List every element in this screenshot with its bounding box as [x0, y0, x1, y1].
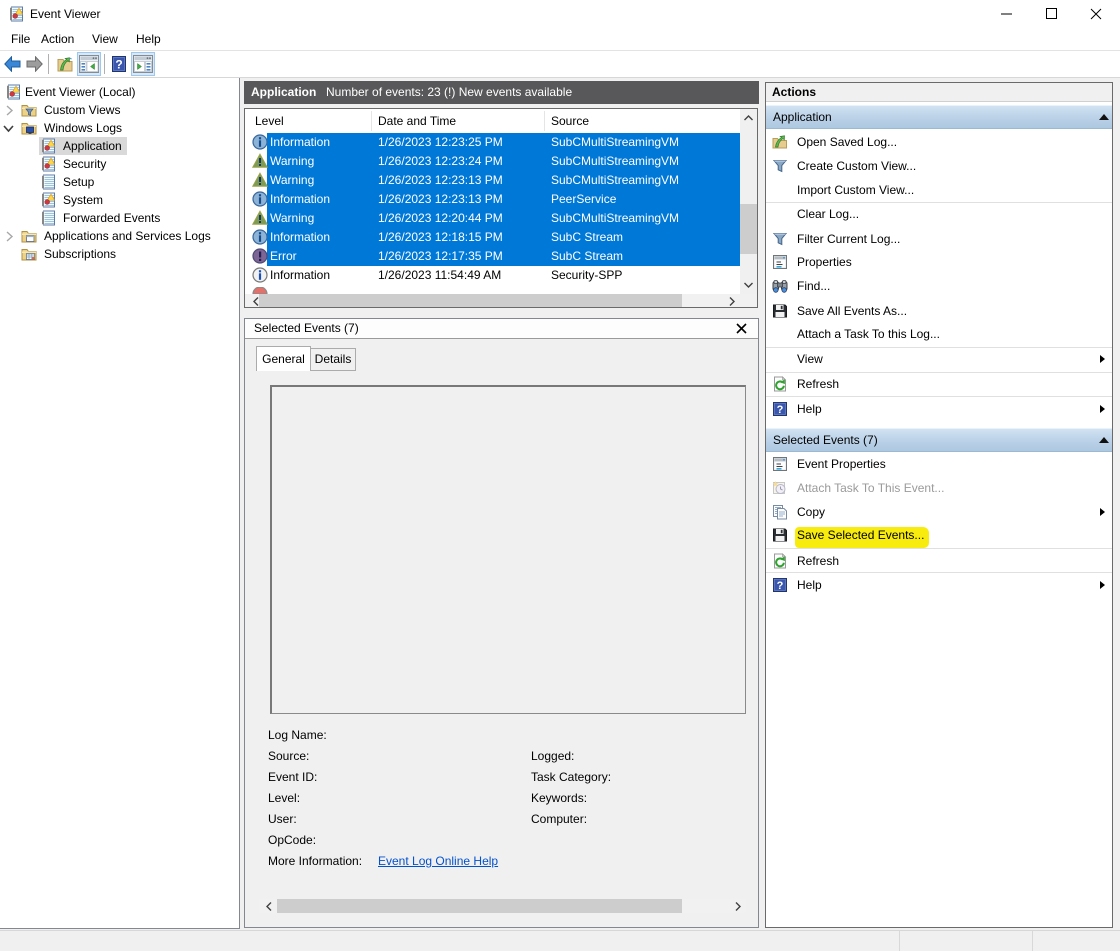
svg-text:?: ?	[115, 58, 122, 72]
svg-text:?: ?	[777, 580, 784, 592]
svg-text:?: ?	[777, 404, 784, 416]
